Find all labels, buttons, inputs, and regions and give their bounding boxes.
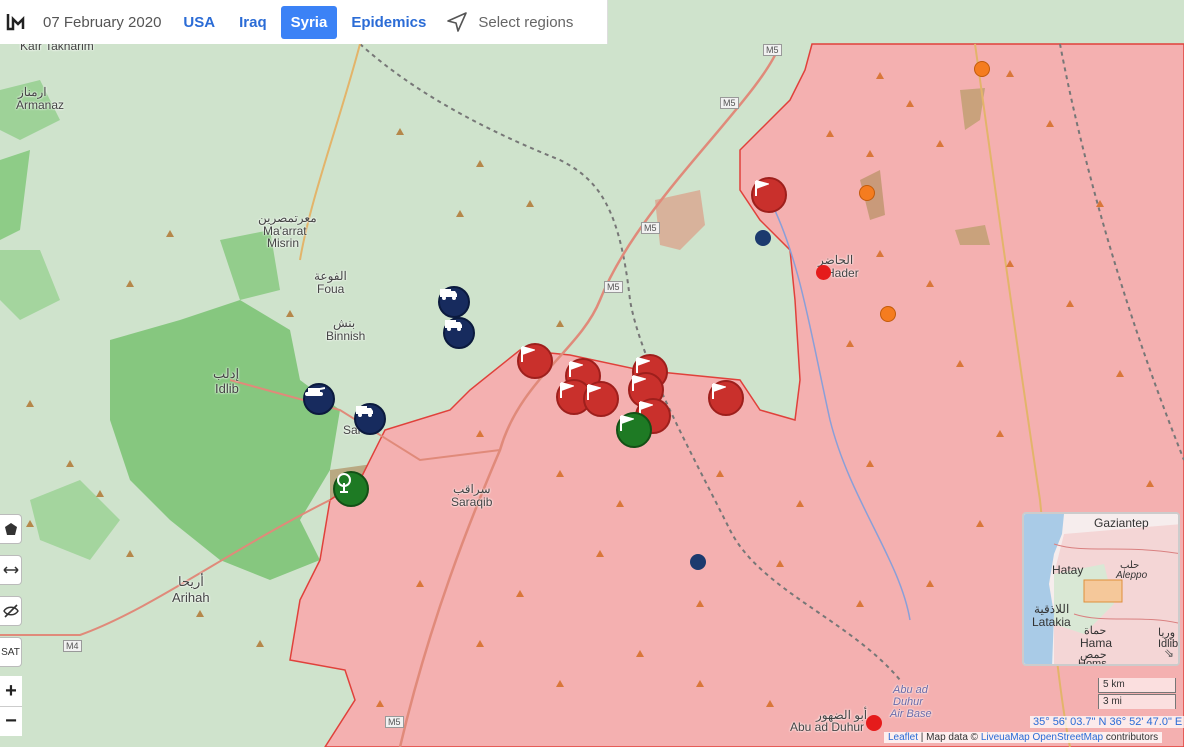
truck-marker[interactable]: [443, 317, 475, 349]
place-maarrat-2: Misrin: [267, 236, 299, 250]
place-idlib: Idlib: [215, 381, 239, 396]
attribution-sep: | Map data ©: [918, 732, 981, 743]
flag-marker[interactable]: [751, 177, 787, 213]
measure-button[interactable]: [0, 555, 22, 585]
zoom-in-button[interactable]: +: [0, 676, 22, 706]
minimap-label: Latakia: [1032, 615, 1071, 629]
flag-marker[interactable]: [517, 343, 553, 379]
eye-off-icon: [2, 604, 19, 618]
leaflet-link[interactable]: Leaflet: [888, 732, 918, 743]
road-shield-m5: M5: [720, 97, 739, 109]
place-airbase-3: Air Base: [890, 708, 932, 720]
place-armanaz: Armanaz: [16, 98, 65, 112]
place-ariha: Arihah: [172, 590, 210, 605]
cursor-coordinates: 35° 56' 03.7" N 36° 52' 47.0" E: [1030, 716, 1184, 728]
osm-link[interactable]: OpenStreetMap: [1033, 732, 1104, 743]
event-dot[interactable]: [859, 185, 875, 201]
place-foua: Foua: [317, 282, 345, 296]
tab-iraq[interactable]: Iraq: [229, 6, 277, 39]
road-shield-m5: M5: [385, 716, 404, 728]
measure-icon: [2, 566, 19, 574]
road-shield-m5: M5: [641, 222, 660, 234]
event-dot[interactable]: [755, 230, 771, 246]
attribution-contributors: contributors: [1103, 732, 1159, 743]
select-regions-label: Select regions: [478, 13, 574, 31]
attribution: Leaflet | Map data © LiveuaMap OpenStree…: [884, 732, 1163, 743]
expand-icon[interactable]: ⇘: [1164, 646, 1174, 660]
event-dot[interactable]: [974, 61, 990, 77]
minimap[interactable]: Gaziantep Hatay حلب Aleppo اللاذقية Lata…: [1022, 512, 1180, 666]
select-regions-button[interactable]: Select regions: [446, 11, 573, 33]
liveuamap-link[interactable]: LiveuaMap: [981, 732, 1030, 743]
road-shield-m5: M5: [763, 44, 782, 56]
flag-marker-green[interactable]: [616, 412, 652, 448]
liveuamap-logo[interactable]: [3, 9, 29, 35]
polygon-icon: [4, 523, 17, 535]
satellite-toggle[interactable]: SAT: [0, 637, 22, 667]
tab-syria[interactable]: Syria: [280, 5, 338, 39]
road-shield-m4: M4: [63, 640, 82, 652]
place-idlib-ar: إدلب: [213, 366, 240, 381]
minimap-label: Hatay: [1052, 563, 1084, 577]
draw-polygon-button[interactable]: [0, 514, 22, 544]
minimap-label: Gaziantep: [1094, 516, 1149, 530]
truck-marker[interactable]: [354, 403, 386, 435]
scale-mi: 3 mi: [1098, 694, 1176, 709]
event-dot[interactable]: [690, 554, 706, 570]
minimap-label: Homs: [1078, 658, 1107, 666]
scale-km: 5 km: [1098, 678, 1176, 693]
date-label: 07 February 2020: [43, 13, 162, 31]
scale-bar: 5 km 3 mi: [1098, 678, 1176, 709]
tank-marker[interactable]: [303, 383, 335, 415]
map[interactable]: Kafr Takharim ارمناز Armanaz معرتمصرين M…: [0, 0, 1184, 747]
flag-marker[interactable]: [583, 381, 619, 417]
event-dot[interactable]: [816, 265, 831, 280]
place-abu-duhur: Abu ad Duhur: [790, 720, 865, 734]
tab-epidemics[interactable]: Epidemics: [341, 6, 436, 39]
tree-marker[interactable]: [333, 471, 369, 507]
place-saraqib: Saraqib: [451, 495, 493, 509]
truck-marker[interactable]: [438, 286, 470, 318]
navigation-arrow-icon: [447, 12, 468, 32]
place-binnish: Binnish: [326, 329, 366, 343]
zoom-out-button[interactable]: −: [0, 706, 22, 736]
flag-marker[interactable]: [708, 380, 744, 416]
event-dot[interactable]: [880, 306, 896, 322]
tab-usa[interactable]: USA: [173, 6, 225, 39]
hide-layers-button[interactable]: [0, 596, 22, 626]
place-ariha-ar: أريحا: [178, 574, 204, 589]
minimap-label: Aleppo: [1116, 570, 1148, 581]
top-bar: 07 February 2020 USA Iraq Syria Epidemic…: [0, 0, 608, 44]
minimap-label: اللاذقية: [1034, 602, 1070, 616]
road-shield-m5: M5: [604, 281, 623, 293]
event-dot[interactable]: [866, 715, 882, 731]
